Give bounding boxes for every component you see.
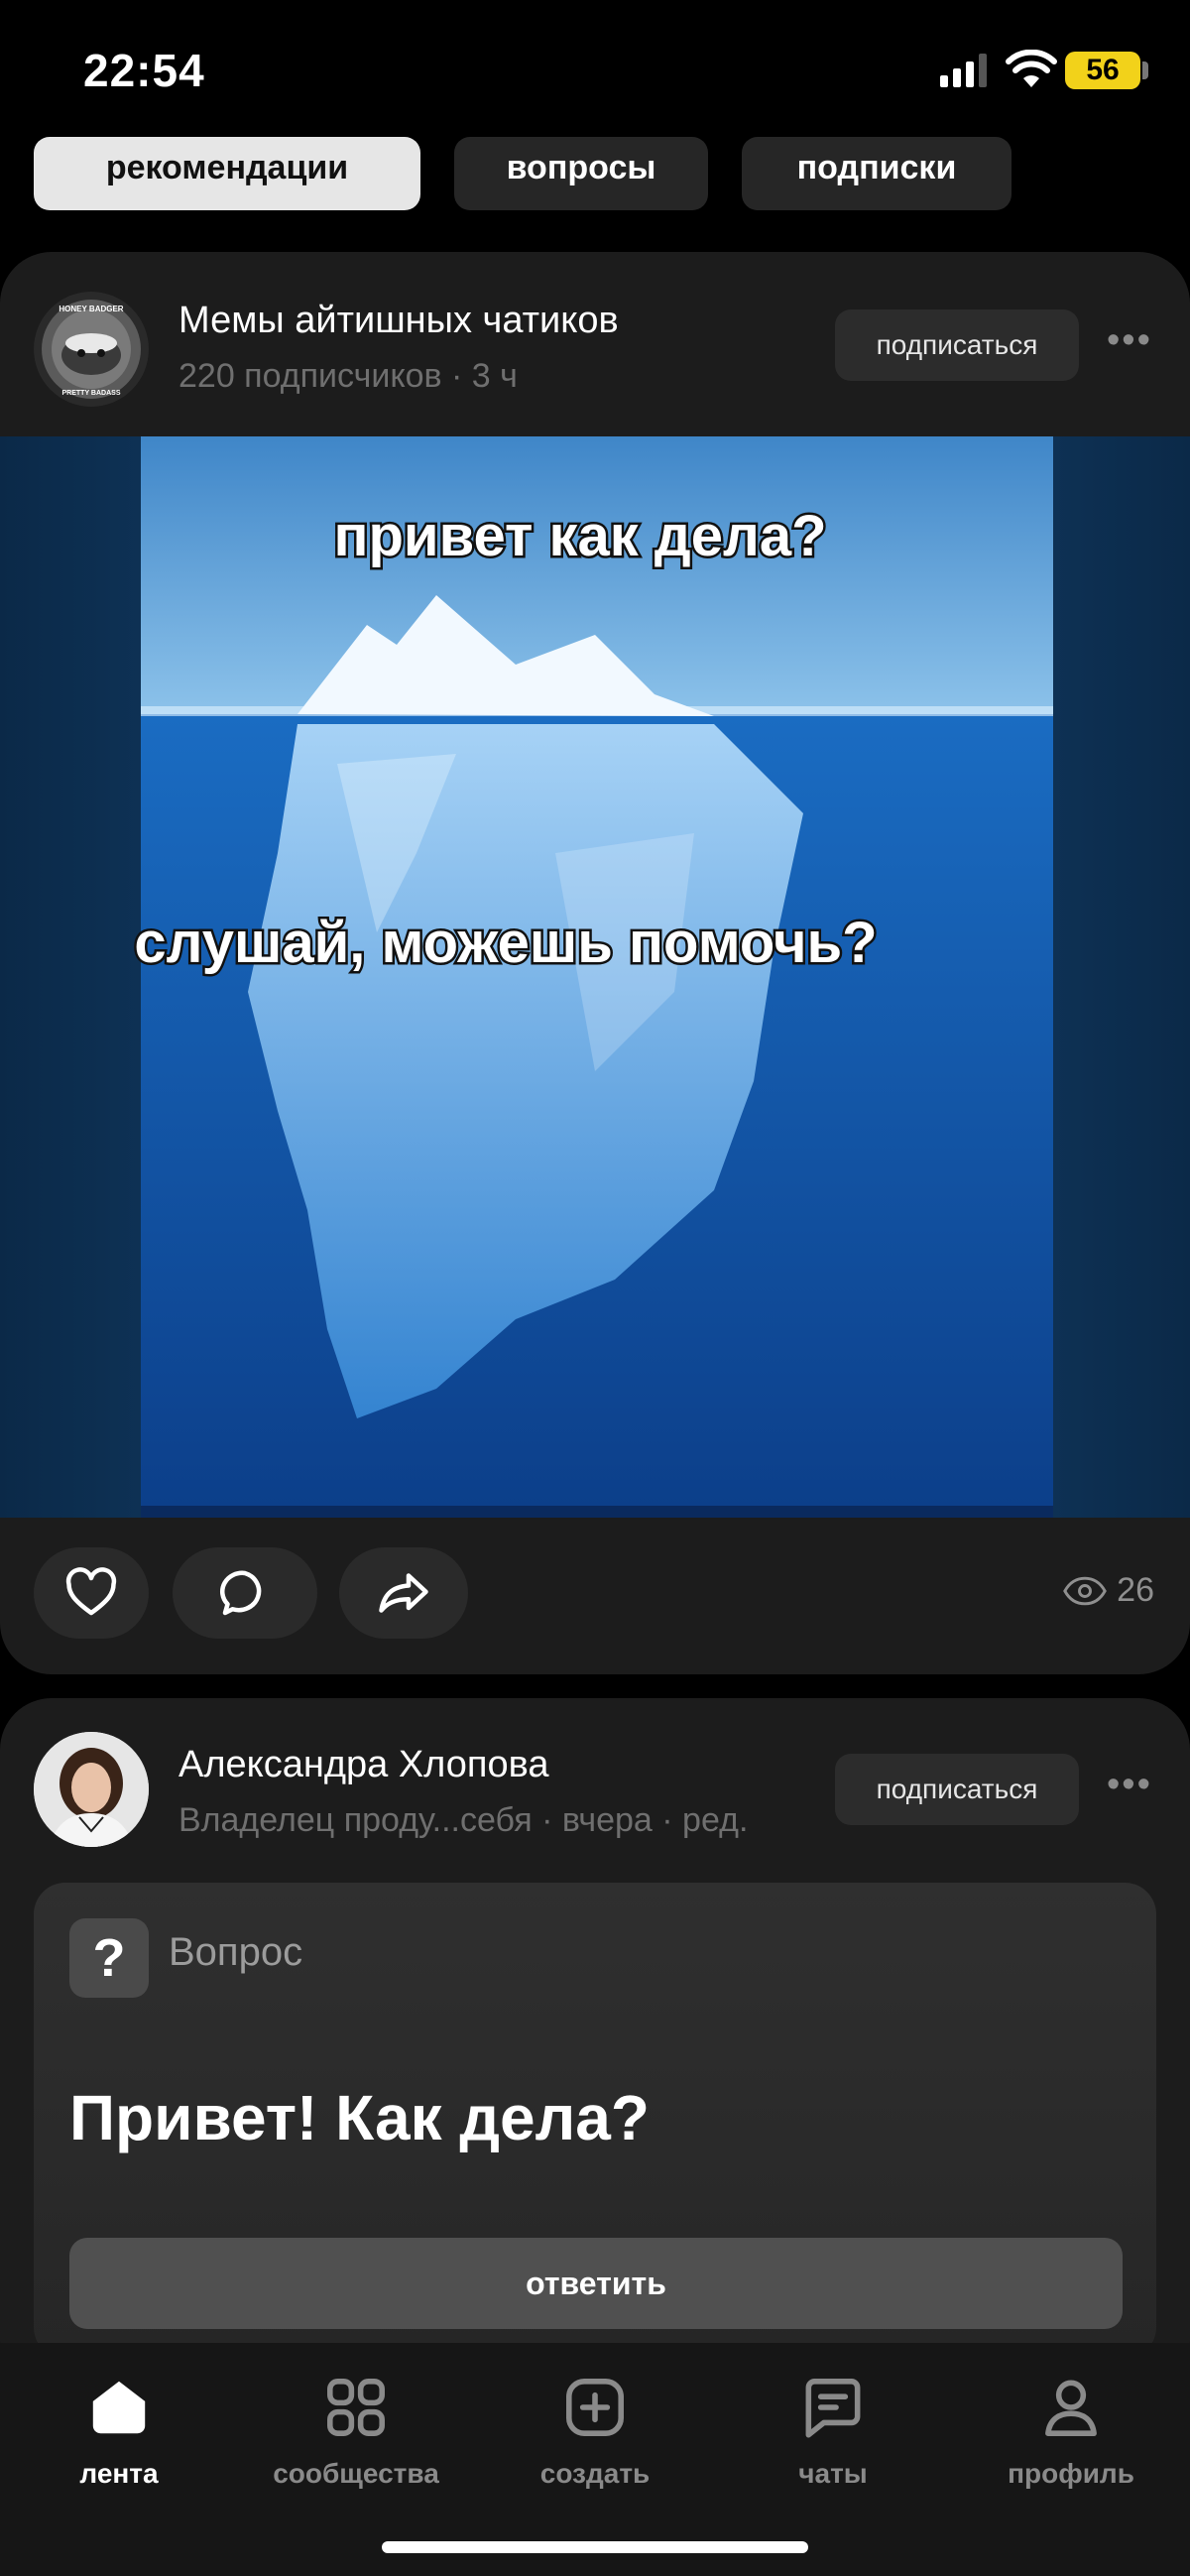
author-name[interactable]: Мемы айтишных чатиков xyxy=(178,300,619,342)
nav-label: лента xyxy=(79,2458,159,2489)
status-bar: 22:54 56 xyxy=(0,0,1190,139)
signal-icon xyxy=(940,54,987,87)
meme-text-top: привет как дела? xyxy=(333,504,826,568)
home-indicator[interactable] xyxy=(382,2541,808,2553)
home-icon xyxy=(92,2381,146,2434)
views-counter: 26 xyxy=(1063,1571,1154,1610)
svg-text:HONEY BADGER: HONEY BADGER xyxy=(59,305,123,313)
tab-subscriptions[interactable]: подписки xyxy=(742,137,1012,210)
post-image[interactable]: привет как дела? слушай, можешь помочь? xyxy=(0,436,1190,1518)
like-button[interactable] xyxy=(34,1547,149,1639)
plus-square-icon xyxy=(566,2379,624,2436)
question-text: Привет! Как дела? xyxy=(69,2082,650,2153)
wifi-icon xyxy=(1006,50,1057,87)
battery-tip xyxy=(1142,61,1148,79)
user-photo-avatar-image xyxy=(34,1732,149,1847)
person-icon xyxy=(1045,2380,1097,2436)
subscribe-button[interactable]: подписаться xyxy=(835,1754,1079,1825)
nav-chats[interactable]: чаты xyxy=(739,2371,927,2490)
nav-label: сообщества xyxy=(273,2458,439,2489)
nav-feed[interactable]: лента xyxy=(25,2371,213,2490)
nav-label: чаты xyxy=(798,2458,868,2489)
question-mark-icon: ? xyxy=(69,1918,149,1998)
more-options-icon[interactable]: ••• xyxy=(1107,1764,1152,1806)
answer-button[interactable]: ответить xyxy=(69,2238,1123,2329)
eye-icon xyxy=(1063,1576,1108,1605)
question-label: Вопрос xyxy=(169,1930,303,1974)
grid-icon xyxy=(327,2379,385,2436)
comment-button[interactable] xyxy=(173,1547,317,1639)
share-button[interactable] xyxy=(339,1547,468,1639)
chat-icon xyxy=(805,2379,861,2438)
share-arrow-icon xyxy=(379,1573,428,1613)
nav-communities[interactable]: сообщества xyxy=(262,2371,450,2490)
meme-text-bottom: слушай, можешь помочь? xyxy=(134,911,877,975)
more-options-icon[interactable]: ••• xyxy=(1107,319,1152,362)
views-count: 26 xyxy=(1117,1571,1154,1609)
status-time: 22:54 xyxy=(83,45,205,96)
subscribe-button[interactable]: подписаться xyxy=(835,309,1079,381)
battery-level: 56 xyxy=(1065,52,1140,89)
nav-label: профиль xyxy=(1008,2458,1134,2489)
avatar[interactable] xyxy=(34,1732,149,1847)
tab-questions[interactable]: вопросы xyxy=(454,137,708,210)
svg-text:PRETTY BADASS: PRETTY BADASS xyxy=(62,390,121,397)
question-block[interactable]: ? Вопрос Привет! Как дела? ответить xyxy=(34,1883,1156,2359)
post-meta: 220 подписчиков · 3 ч xyxy=(178,357,518,395)
comment-icon xyxy=(220,1570,262,1616)
author-name[interactable]: Александра Хлопова xyxy=(178,1744,549,1786)
post-card: HONEY BADGER PRETTY BADASS Мемы айтишных… xyxy=(0,252,1190,1674)
nav-label: создать xyxy=(539,2458,651,2489)
nav-profile[interactable]: профиль xyxy=(977,2371,1165,2490)
iceberg-meme-image: привет как дела? слушай, можешь помочь? xyxy=(0,436,1190,1518)
nav-create[interactable]: создать xyxy=(501,2371,689,2490)
heart-icon xyxy=(65,1567,117,1616)
avatar[interactable]: HONEY BADGER PRETTY BADASS xyxy=(34,292,149,407)
honey-badger-avatar-image: HONEY BADGER PRETTY BADASS xyxy=(34,292,149,407)
tab-recommendations[interactable]: рекомендации xyxy=(34,137,420,210)
post-meta: Владелец проду...себя · вчера · ред. xyxy=(178,1801,749,1839)
